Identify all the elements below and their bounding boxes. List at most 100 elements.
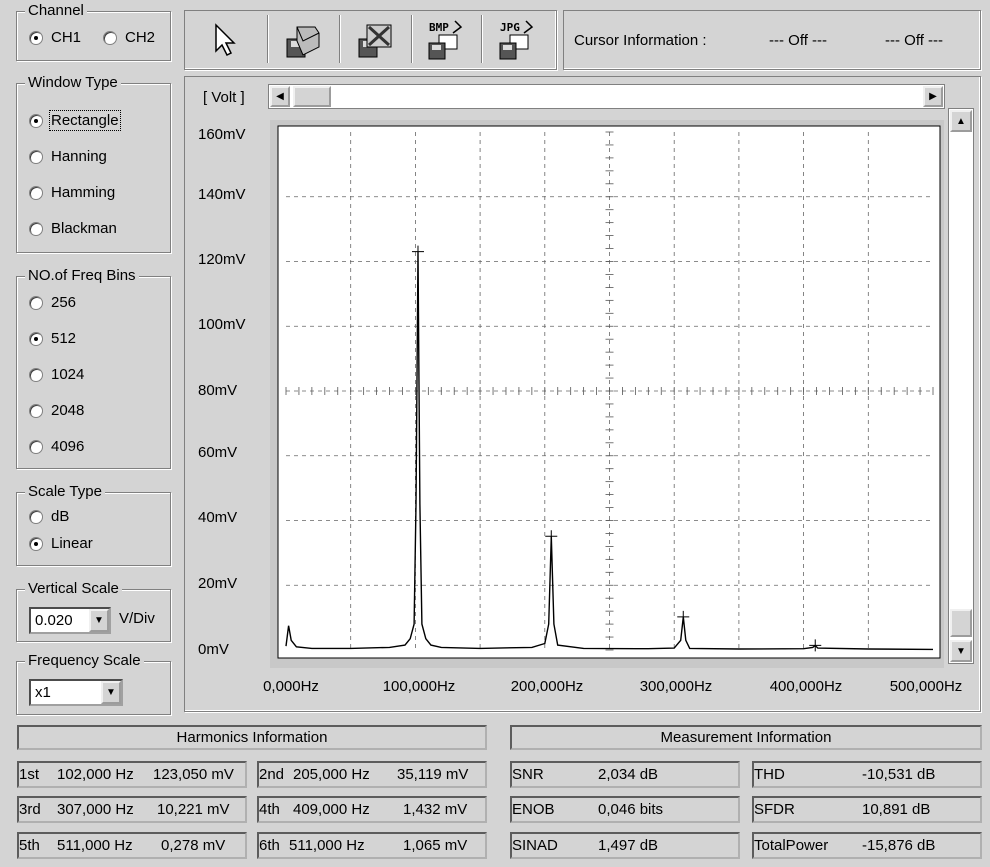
harmonic-value: 1,432 mV bbox=[403, 801, 468, 818]
jpg-export-icon: JPG bbox=[499, 20, 534, 60]
measurement-name: SFDR bbox=[754, 801, 795, 818]
y-tick-label: 140mV bbox=[198, 186, 246, 203]
channel-group-title: Channel bbox=[25, 2, 87, 19]
radio-button[interactable] bbox=[29, 113, 43, 128]
radio-button[interactable] bbox=[29, 149, 43, 164]
vertical-scale-value: 0.020 bbox=[35, 612, 73, 629]
scale-type-option-label: Linear bbox=[51, 535, 93, 552]
toolbar-separator bbox=[339, 15, 341, 63]
radio-button[interactable] bbox=[29, 403, 43, 418]
radio-button[interactable] bbox=[29, 367, 43, 382]
scroll-left-icon[interactable]: ◀ bbox=[270, 86, 290, 107]
cursor-arrow-button[interactable] bbox=[195, 14, 255, 66]
clear-button[interactable] bbox=[345, 14, 405, 66]
harmonic-value: 10,221 mV bbox=[157, 801, 230, 818]
window-option-hanning[interactable]: Hanning bbox=[29, 148, 107, 165]
freq-bins-option-2048[interactable]: 2048 bbox=[29, 402, 84, 419]
radio-button[interactable] bbox=[29, 536, 43, 551]
jpg-export-text: JPG bbox=[500, 21, 520, 34]
harmonic-4-field: 4th 409,000 Hz 1,432 mV bbox=[257, 796, 487, 823]
harmonic-value: 123,050 mV bbox=[153, 766, 234, 783]
horizontal-scrollbar[interactable]: ◀ ▶ bbox=[268, 84, 945, 109]
harmonic-order: 6th bbox=[259, 837, 280, 854]
harmonic-freq: 307,000 Hz bbox=[57, 801, 134, 818]
freq-bins-option-label: 2048 bbox=[51, 402, 85, 419]
measurement-name: SINAD bbox=[512, 837, 558, 854]
radio-button[interactable] bbox=[29, 295, 43, 310]
window-option-label: Hamming bbox=[51, 184, 116, 201]
radio-button[interactable] bbox=[103, 30, 117, 45]
freq-bins-option-1024[interactable]: 1024 bbox=[29, 366, 84, 383]
window-option-blackman[interactable]: Blackman bbox=[29, 220, 117, 237]
harmonic-value: 0,278 mV bbox=[161, 837, 226, 854]
chevron-down-icon[interactable]: ▼ bbox=[101, 681, 121, 704]
channel-group: Channel CH1 CH2 bbox=[16, 2, 171, 61]
window-type-group: Window Type Rectangle Hanning Hamming Bl… bbox=[16, 74, 171, 253]
frequency-scale-select[interactable]: x1 ▼ bbox=[29, 679, 123, 706]
y-tick-label: 160mV bbox=[198, 126, 246, 143]
measurement-name: TotalPower bbox=[754, 837, 829, 854]
window-option-hamming[interactable]: Hamming bbox=[29, 184, 115, 201]
harmonic-3-field: 3rd 307,000 Hz 10,221 mV bbox=[17, 796, 247, 823]
toolbar-separator bbox=[267, 15, 269, 63]
vertical-scroll-thumb[interactable] bbox=[950, 609, 972, 637]
radio-button[interactable] bbox=[29, 185, 43, 200]
harmonic-freq: 511,000 Hz bbox=[57, 837, 133, 854]
cursor-arrow-icon bbox=[215, 23, 236, 57]
save-button[interactable] bbox=[273, 14, 333, 66]
cursor-info-value-2: --- Off --- bbox=[885, 32, 944, 49]
y-tick-label: 120mV bbox=[198, 251, 246, 268]
measurement-enob-field: ENOB 0,046 bits bbox=[510, 796, 740, 823]
freq-bins-option-label: 1024 bbox=[51, 366, 85, 383]
freq-bins-title: NO.of Freq Bins bbox=[25, 267, 139, 284]
freq-bins-group: NO.of Freq Bins 256 512 1024 2048 4096 bbox=[16, 267, 171, 469]
x-tick-label: 100,000Hz bbox=[382, 678, 456, 695]
channel-option-ch1[interactable]: CH1 bbox=[29, 29, 81, 46]
horizontal-scroll-thumb[interactable] bbox=[293, 86, 331, 107]
frequency-scale-value: x1 bbox=[35, 684, 51, 701]
window-option-label: Blackman bbox=[51, 220, 117, 237]
freq-bins-option-4096[interactable]: 4096 bbox=[29, 438, 84, 455]
harmonic-freq: 102,000 Hz bbox=[57, 766, 134, 783]
toolbar-separator bbox=[481, 15, 483, 63]
save-disk-icon bbox=[286, 26, 320, 58]
radio-button[interactable] bbox=[29, 439, 43, 454]
radio-button[interactable] bbox=[29, 331, 43, 346]
scroll-right-icon[interactable]: ▶ bbox=[923, 86, 943, 107]
freq-bins-option-512[interactable]: 512 bbox=[29, 330, 76, 347]
channel-option-label: CH2 bbox=[125, 29, 156, 46]
radio-button[interactable] bbox=[29, 30, 43, 45]
chevron-down-icon[interactable]: ▼ bbox=[89, 609, 109, 632]
harmonic-freq: 205,000 Hz bbox=[293, 766, 370, 783]
scroll-down-icon[interactable]: ▼ bbox=[950, 640, 972, 662]
window-option-rectangle[interactable]: Rectangle bbox=[29, 110, 121, 131]
jpg-export-button[interactable]: JPG bbox=[487, 14, 547, 66]
freq-bins-option-256[interactable]: 256 bbox=[29, 294, 76, 311]
scale-type-option-label: dB bbox=[51, 508, 70, 525]
measurement-sfdr-field: SFDR 10,891 dB bbox=[752, 796, 982, 823]
toolbar-separator bbox=[411, 15, 413, 63]
harmonic-value: 1,065 mV bbox=[403, 837, 468, 854]
vertical-scrollbar[interactable]: ▲ ▼ bbox=[948, 108, 974, 664]
cursor-info-label: Cursor Information : bbox=[574, 32, 707, 49]
radio-button[interactable] bbox=[29, 509, 43, 524]
vertical-scale-select[interactable]: 0.020 ▼ bbox=[29, 607, 111, 634]
y-tick-label: 100mV bbox=[198, 316, 246, 333]
harmonic-freq: 511,000 Hz bbox=[289, 837, 365, 854]
scale-type-option-db[interactable]: dB bbox=[29, 508, 69, 525]
y-tick-label: 80mV bbox=[198, 382, 238, 399]
harmonic-freq: 409,000 Hz bbox=[293, 801, 370, 818]
cursor-info-panel: Cursor Information : --- Off --- --- Off… bbox=[563, 10, 981, 70]
channel-option-ch2[interactable]: CH2 bbox=[103, 29, 155, 46]
bmp-export-button[interactable]: BMP bbox=[416, 14, 476, 66]
vertical-scale-title: Vertical Scale bbox=[25, 580, 122, 597]
spectrum-plot[interactable] bbox=[270, 120, 944, 668]
y-tick-label: 20mV bbox=[198, 575, 238, 592]
scroll-up-icon[interactable]: ▲ bbox=[950, 110, 972, 132]
scale-type-option-linear[interactable]: Linear bbox=[29, 535, 93, 552]
window-option-label: Hanning bbox=[51, 148, 107, 165]
radio-button[interactable] bbox=[29, 221, 43, 236]
y-tick-label: 40mV bbox=[198, 509, 238, 526]
bmp-export-text: BMP bbox=[429, 21, 449, 34]
frequency-scale-group: Frequency Scale x1 ▼ bbox=[16, 652, 171, 715]
